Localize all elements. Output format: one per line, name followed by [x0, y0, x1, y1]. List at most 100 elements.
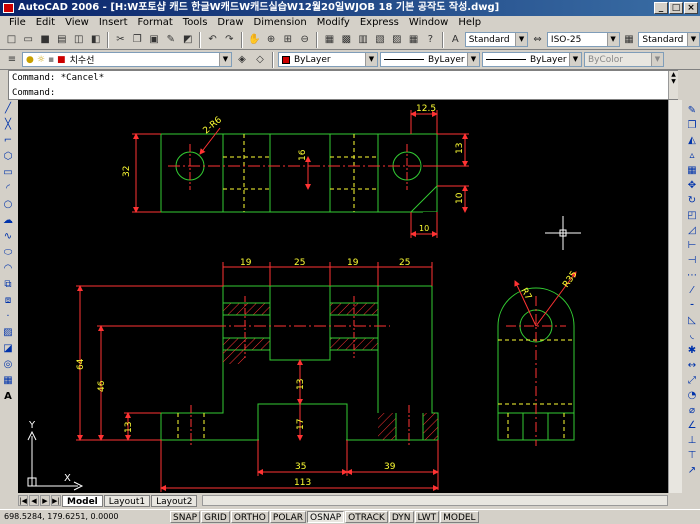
paste-icon[interactable]: ▣ [147, 32, 162, 48]
arc-icon[interactable]: ◜ [2, 182, 15, 196]
join-icon[interactable]: ⁃ [686, 299, 699, 313]
tab-model[interactable]: Model [62, 494, 103, 507]
layer-previous-icon[interactable]: ◇ [252, 52, 268, 68]
menu-help[interactable]: Help [453, 16, 486, 30]
tool-palettes-icon[interactable]: ▥ [356, 32, 371, 48]
plot-preview-icon[interactable]: ◫ [71, 32, 86, 48]
dim-angular-icon[interactable]: ∠ [686, 419, 699, 433]
menu-file[interactable]: File [4, 16, 31, 30]
mirror-icon[interactable]: ◭ [686, 134, 699, 148]
menu-tools[interactable]: Tools [178, 16, 213, 30]
layer-dropdown[interactable]: ● ☼ ▪ ■ 치수선 ▼ [22, 52, 232, 67]
block-editor-icon[interactable]: ◩ [180, 32, 195, 48]
horizontal-scrollbar[interactable] [202, 495, 668, 506]
extend-icon[interactable]: ⊣ [686, 254, 699, 268]
offset-icon[interactable]: ▵ [686, 149, 699, 163]
publish-icon[interactable]: ◧ [88, 32, 103, 48]
layer-manager-icon[interactable]: ≡ [4, 52, 20, 68]
copy-object-icon[interactable]: ❐ [686, 119, 699, 133]
ellipse-arc-icon[interactable]: ◠ [2, 262, 15, 276]
undo-icon[interactable]: ↶ [205, 32, 220, 48]
zoom-previous-icon[interactable]: ⊖ [297, 32, 312, 48]
save-icon[interactable]: ■ [38, 32, 53, 48]
menu-express[interactable]: Express [355, 16, 404, 30]
insert-block-icon[interactable]: ⧉ [2, 278, 15, 292]
array-icon[interactable]: ▦ [686, 164, 699, 178]
table-style-dropdown[interactable]: Standard ▼ [638, 32, 700, 47]
calculator-icon[interactable]: ▦ [406, 32, 421, 48]
region-icon[interactable]: ◎ [2, 358, 15, 372]
open-folder-icon[interactable]: ▭ [21, 32, 36, 48]
scale-icon[interactable]: ◰ [686, 209, 699, 223]
menu-format[interactable]: Format [133, 16, 178, 30]
redo-icon[interactable]: ↷ [222, 32, 237, 48]
copy-icon[interactable]: ❐ [130, 32, 145, 48]
new-file-icon[interactable]: □ [4, 32, 19, 48]
explode-icon[interactable]: ✱ [686, 344, 699, 358]
zoom-realtime-icon[interactable]: ⊕ [264, 32, 279, 48]
erase-icon[interactable]: ✎ [686, 104, 699, 118]
stretch-icon[interactable]: ◿ [686, 224, 699, 238]
dim-continue-icon[interactable]: ⊤ [686, 449, 699, 463]
circle-icon[interactable]: ○ [2, 198, 15, 212]
tab-layout2[interactable]: Layout2 [151, 494, 198, 507]
menu-window[interactable]: Window [404, 16, 453, 30]
match-properties-icon[interactable]: ✎ [163, 32, 178, 48]
next-tab-icon[interactable]: ▶ [40, 495, 50, 506]
rotate-icon[interactable]: ↻ [686, 194, 699, 208]
command-scrollbar[interactable]: ▲ ▼ [668, 71, 678, 99]
break-at-point-icon[interactable]: ⋯ [686, 269, 699, 283]
spline-icon[interactable]: ∿ [2, 230, 15, 244]
menu-edit[interactable]: Edit [31, 16, 60, 30]
menu-insert[interactable]: Insert [94, 16, 133, 30]
dyn-toggle[interactable]: DYN [388, 510, 414, 523]
ellipse-icon[interactable]: ⬭ [2, 246, 15, 260]
polygon-icon[interactable]: ⬡ [2, 150, 15, 164]
model-toggle[interactable]: MODEL [440, 510, 479, 523]
command-input[interactable]: Command: [10, 87, 668, 99]
multiline-text-icon[interactable]: A [2, 390, 15, 404]
otrack-toggle[interactable]: OTRACK [345, 510, 388, 523]
plot-style-dropdown[interactable]: ByColor ▼ [584, 52, 664, 67]
dim-linear-icon[interactable]: ↔ [686, 359, 699, 373]
plot-icon[interactable]: ▤ [54, 32, 69, 48]
trim-icon[interactable]: ⊢ [686, 239, 699, 253]
dim-baseline-icon[interactable]: ⊥ [686, 434, 699, 448]
design-center-icon[interactable]: ▩ [339, 32, 354, 48]
dim-radius-icon[interactable]: ◔ [686, 389, 699, 403]
hatch-icon[interactable]: ▨ [2, 326, 15, 340]
revision-cloud-icon[interactable]: ☁ [2, 214, 15, 228]
table-icon[interactable]: ▦ [2, 374, 15, 388]
help-icon[interactable]: ? [423, 32, 438, 48]
lineweight-dropdown[interactable]: ByLayer ▼ [482, 52, 582, 67]
osnap-toggle[interactable]: OSNAP [307, 510, 345, 523]
minimize-button[interactable]: _ [654, 2, 668, 14]
make-current-layer-icon[interactable]: ◈ [234, 52, 250, 68]
fillet-icon[interactable]: ◟ [686, 329, 699, 343]
dim-diameter-icon[interactable]: ⌀ [686, 404, 699, 418]
text-style-dropdown[interactable]: Standard ▼ [464, 32, 529, 47]
line-icon[interactable]: ╱ [2, 102, 15, 116]
rectangle-icon[interactable]: ▭ [2, 166, 15, 180]
color-dropdown[interactable]: ByLayer ▼ [278, 52, 378, 67]
maximize-button[interactable]: □ [669, 2, 683, 14]
break-icon[interactable]: ⁄ [686, 284, 699, 298]
ortho-toggle[interactable]: ORTHO [230, 510, 269, 523]
zoom-window-icon[interactable]: ⊞ [280, 32, 295, 48]
snap-toggle[interactable]: SNAP [170, 510, 201, 523]
polyline-icon[interactable]: ⌐ [2, 134, 15, 148]
model-space-canvas[interactable]: 32 16 12.5 13 10 10 2-R6 19 25 19 25 64 … [18, 100, 668, 493]
chamfer-icon[interactable]: ◺ [686, 314, 699, 328]
leader-icon[interactable]: ↗ [686, 464, 699, 478]
gradient-icon[interactable]: ◪ [2, 342, 15, 356]
sheet-set-icon[interactable]: ▧ [373, 32, 388, 48]
dim-aligned-icon[interactable]: ⤢ [686, 374, 699, 388]
menu-view[interactable]: View [60, 16, 94, 30]
first-tab-icon[interactable]: |◀ [18, 495, 28, 506]
pan-icon[interactable]: ✋ [247, 32, 262, 48]
menu-draw[interactable]: Draw [212, 16, 248, 30]
tab-layout1[interactable]: Layout1 [103, 494, 151, 507]
move-icon[interactable]: ✥ [686, 179, 699, 193]
point-icon[interactable]: · [2, 310, 15, 324]
polar-toggle[interactable]: POLAR [269, 510, 307, 523]
